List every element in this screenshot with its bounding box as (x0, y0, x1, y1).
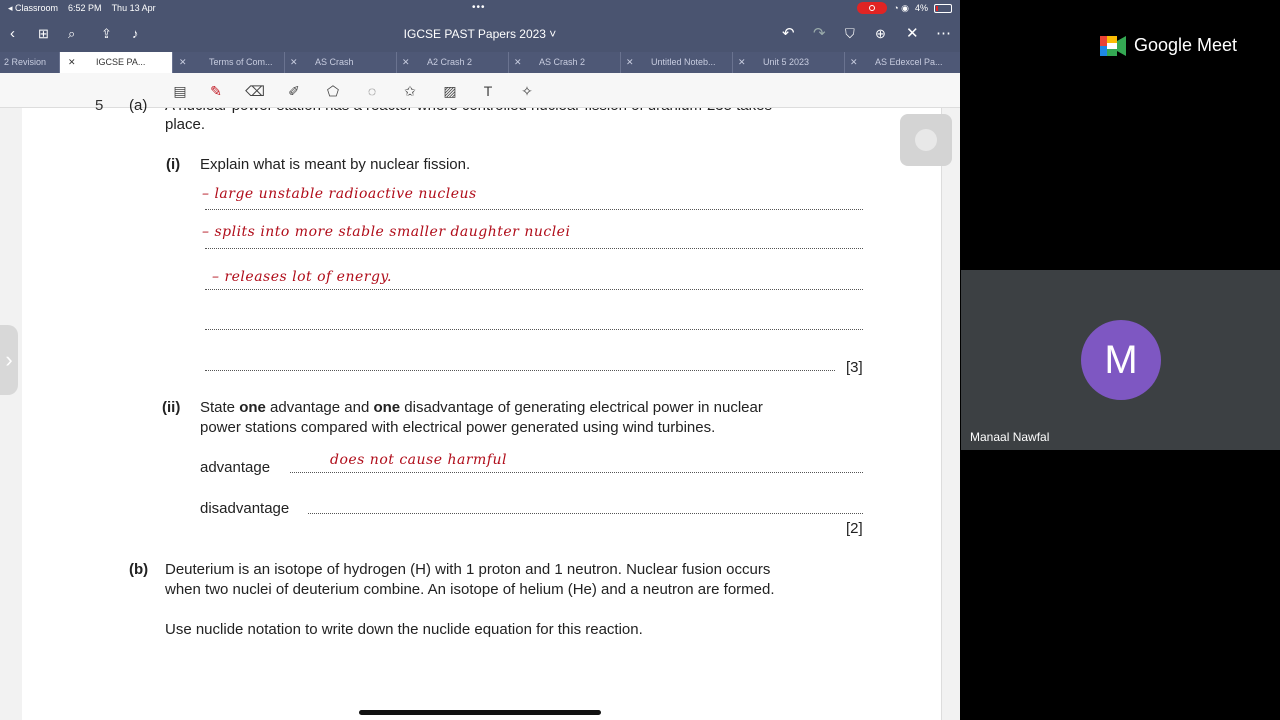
google-meet-logo: Google Meet (1100, 35, 1237, 56)
battery-icon (934, 3, 952, 13)
close-tab-icon[interactable]: ✕ (738, 52, 746, 73)
tab-as-edexcel[interactable]: ✕ AS Edexcel Pa... (845, 52, 960, 73)
close-icon[interactable]: ✕ (906, 25, 919, 43)
part-a-label-fragment: (a) (129, 97, 148, 114)
close-tab-icon[interactable]: ✕ (402, 52, 410, 73)
tab-bar: 2 Revision ✕ IGCSE PA... ✕ Terms of Com...… (0, 52, 960, 73)
text-tool-icon[interactable]: T (478, 81, 498, 101)
close-tab-icon[interactable]: ✕ (290, 52, 298, 73)
google-meet-brand: Google Meet (1134, 35, 1238, 55)
assistive-touch-button[interactable] (900, 114, 952, 166)
app-navbar: ‹ ⊞ ⌕ ⇪ ♪ IGCSE PAST Papers 2023 ˅ ↶ ↷ ⛉… (0, 17, 960, 52)
participant-avatar: M (1081, 320, 1161, 400)
bookmark-icon[interactable]: ⛉ (845, 25, 855, 43)
sidebar-expand-handle[interactable]: › (0, 325, 18, 395)
disadvantage-answer-line (308, 513, 863, 514)
pen-tool-icon[interactable]: ✎ (206, 81, 226, 101)
home-indicator[interactable] (359, 710, 601, 715)
add-page-icon[interactable]: ⊕ (875, 25, 886, 43)
handwritten-answer-line-2: – splits into more stable smaller daught… (202, 224, 571, 240)
more-options-icon[interactable]: ⋯ (936, 25, 951, 43)
handwritten-answer-line-1: – large unstable radioactive nucleus (202, 186, 477, 202)
part-ii-label: (ii) (162, 399, 181, 416)
participant-name: Manaal Nawfal (970, 430, 1050, 444)
tab-revision[interactable]: 2 Revision (0, 52, 60, 73)
status-bar: ◂ Classroom 6:52 PM Thu 13 Apr ••• ◔ ◉ 4… (0, 0, 960, 17)
close-tab-icon[interactable]: ✕ (68, 52, 76, 73)
eraser-icon[interactable]: ⌫ (245, 81, 265, 101)
question-intro-text-cont: place. (165, 116, 206, 133)
part-i-question: Explain what is meant by nuclear fission… (200, 156, 471, 173)
ipad-screen: ◂ Classroom 6:52 PM Thu 13 Apr ••• ◔ ◉ 4… (0, 0, 960, 720)
close-tab-icon[interactable]: ✕ (626, 52, 634, 73)
undo-icon[interactable]: ↶ (782, 25, 795, 43)
read-mode-icon[interactable]: ▤ (170, 81, 190, 101)
image-icon[interactable]: ▨ (440, 81, 460, 101)
wifi-icon: ◔ ◉ (893, 2, 909, 13)
tab-igcse-papers[interactable]: ✕ IGCSE PA... (60, 52, 173, 73)
advantage-label: advantage (200, 459, 271, 476)
back-to-app-link[interactable]: ◂ Classroom (8, 3, 58, 14)
tab-untitled-notebook[interactable]: ✕ Untitled Noteb... (621, 52, 733, 73)
answer-line-1 (205, 209, 863, 210)
redo-icon[interactable]: ↷ (813, 25, 826, 43)
part-b-text-line-1: Deuterium is an isotope of hydrogen (H) … (165, 561, 771, 578)
tab-as-crash-2[interactable]: ✕ AS Crash 2 (509, 52, 621, 73)
part-b-text-line-3: Use nuclide notation to write down the n… (165, 621, 643, 638)
part-ii-question-line-1: State one advantage and one disadvantage… (200, 399, 763, 416)
sticker-icon[interactable]: ✩ (400, 81, 420, 101)
handwritten-answer-line-3: – releases lot of energy. (212, 269, 392, 285)
close-tab-icon[interactable]: ✕ (179, 52, 187, 73)
handwritten-advantage: does not cause harmful (330, 452, 507, 468)
close-tab-icon[interactable]: ✕ (514, 52, 522, 73)
part-b-label: (b) (129, 561, 149, 578)
status-date: Thu 13 Apr (111, 3, 156, 13)
question-number-fragment: 5 (95, 97, 104, 114)
part-b-text-line-2: when two nuclei of deuterium combine. An… (165, 581, 775, 598)
laser-pointer-icon[interactable]: ✧ (517, 81, 537, 101)
marks-part-ii: [2] (846, 520, 863, 537)
tab-terms[interactable]: ✕ Terms of Com... (173, 52, 285, 73)
status-time: 6:52 PM (68, 3, 102, 13)
answer-line-3 (205, 289, 863, 290)
disadvantage-label: disadvantage (200, 500, 290, 517)
close-tab-icon[interactable]: ✕ (850, 52, 858, 73)
meet-camera-icon (1100, 35, 1126, 56)
answer-line-4 (205, 329, 863, 330)
battery-percent: 4% (914, 3, 928, 13)
part-ii-question-line-2: power stations compared with electrical … (200, 419, 716, 436)
highlighter-icon[interactable]: ✐ (284, 81, 304, 101)
answer-line-2 (205, 248, 863, 249)
tab-a2-crash-2[interactable]: ✕ A2 Crash 2 (397, 52, 509, 73)
advantage-answer-line (290, 472, 863, 473)
shapes-icon[interactable]: ⬠ (323, 81, 343, 101)
marks-part-i: [3] (846, 359, 863, 376)
tab-as-crash[interactable]: ✕ AS Crash (285, 52, 397, 73)
answer-line-5 (205, 370, 835, 371)
part-i-label: (i) (166, 156, 181, 173)
multitask-dots-icon[interactable]: ••• (472, 2, 486, 13)
screen-record-icon[interactable] (857, 2, 888, 14)
lasso-icon[interactable]: ◌ (362, 81, 382, 101)
tab-unit-5[interactable]: ✕ Unit 5 2023 (733, 52, 845, 73)
